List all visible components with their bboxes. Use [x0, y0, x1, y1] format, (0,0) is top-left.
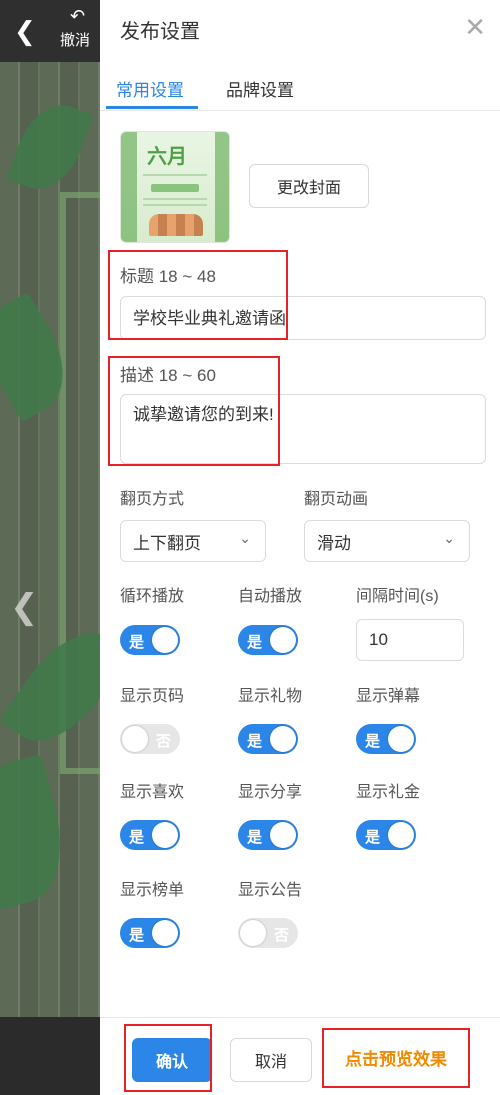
cover-illustration: [149, 214, 203, 236]
page-turn-mode-value: 上下翻页: [133, 533, 201, 553]
toggle-state: 是: [365, 733, 381, 750]
toggle-state: 是: [247, 829, 263, 846]
show-page-number-toggle[interactable]: 否: [120, 724, 180, 754]
cover-text-line: [143, 204, 207, 206]
show-share-label: 显示分享: [238, 784, 303, 801]
interval-input[interactable]: 10: [356, 619, 464, 661]
leaf-decoration: [6, 94, 94, 200]
title-highlight-box: [108, 250, 288, 340]
cover-text-line: [143, 174, 207, 176]
panel-header: 发布设置 ✕: [100, 0, 500, 58]
cover-text-line: [143, 198, 207, 200]
show-ranking-label: 显示榜单: [120, 882, 185, 899]
show-danmaku-label: 显示弹幕: [356, 688, 421, 705]
tab-brand-settings[interactable]: 品牌设置: [226, 76, 294, 101]
show-gifts-toggle[interactable]: 是: [238, 724, 298, 754]
page-turn-animation-label: 翻页动画: [304, 491, 369, 508]
page-turn-animation-select[interactable]: 滑动 ⌄: [304, 520, 470, 562]
cancel-button[interactable]: 取消: [230, 1038, 312, 1082]
cover-banner: [151, 184, 199, 192]
page-turn-mode-label: 翻页方式: [120, 491, 185, 508]
change-cover-button[interactable]: 更改封面: [249, 164, 369, 208]
undo-label: 撤消: [60, 32, 91, 49]
page-turn-mode-select[interactable]: 上下翻页 ⌄: [120, 520, 266, 562]
editor-bottom-bar: [0, 1017, 100, 1094]
toggle-state: 是: [247, 634, 263, 651]
show-gift-money-toggle[interactable]: 是: [356, 820, 416, 850]
cover-leaf-right: [215, 132, 229, 242]
loop-play-toggle[interactable]: 是: [120, 625, 180, 655]
cover-image: 六月: [120, 131, 230, 243]
interval-label: 间隔时间(s): [356, 588, 439, 605]
close-icon[interactable]: ✕: [464, 12, 486, 42]
show-gift-money-label: 显示礼金: [356, 784, 421, 801]
chevron-down-icon: ⌄: [239, 530, 251, 546]
show-notice-toggle[interactable]: 否: [238, 918, 298, 948]
undo-button[interactable]: ↶ 撤消: [60, 6, 100, 50]
active-tab-indicator: [106, 106, 198, 109]
toggle-state: 是: [247, 733, 263, 750]
show-share-toggle[interactable]: 是: [238, 820, 298, 850]
tab-common-settings[interactable]: 常用设置: [116, 76, 184, 101]
show-notice-label: 显示公告: [238, 882, 303, 899]
show-danmaku-toggle[interactable]: 是: [356, 724, 416, 754]
show-page-number-label: 显示页码: [120, 688, 185, 705]
leaf-decoration: [0, 754, 77, 910]
toggle-knob: [240, 920, 266, 946]
toggle-knob: [152, 627, 178, 653]
toggle-knob: [388, 726, 414, 752]
confirm-highlight-box: [124, 1024, 212, 1092]
toggle-state: 是: [365, 829, 381, 846]
toggle-state: 否: [273, 927, 289, 944]
editor-canvas-preview: ❮: [0, 62, 100, 1017]
toggle-knob: [388, 822, 414, 848]
editor-topbar: ❮ ↶ 撤消: [0, 0, 100, 62]
cover-logo: 六月: [147, 146, 187, 168]
show-gifts-label: 显示礼物: [238, 688, 303, 705]
preview-highlight-box: [322, 1028, 470, 1088]
toggle-state: 是: [129, 634, 145, 651]
show-likes-toggle[interactable]: 是: [120, 820, 180, 850]
toggle-state: 是: [129, 927, 145, 944]
toggle-knob: [270, 822, 296, 848]
page-turn-animation-value: 滑动: [317, 533, 351, 553]
undo-icon: ↶: [70, 6, 86, 26]
settings-tabs: 常用设置 品牌设置: [100, 62, 500, 111]
cover-leaf-left: [121, 132, 137, 242]
toggle-knob: [270, 726, 296, 752]
show-ranking-toggle[interactable]: 是: [120, 918, 180, 948]
toggle-state: 否: [155, 733, 171, 750]
description-highlight-box: [108, 356, 280, 466]
show-likes-label: 显示喜欢: [120, 784, 185, 801]
editor-background: ❮ ❮ ↶ 撤消: [0, 0, 100, 1094]
auto-play-label: 自动播放: [238, 588, 303, 605]
back-arrow-icon[interactable]: ❮: [14, 18, 36, 44]
toggle-knob: [152, 920, 178, 946]
loop-play-label: 循环播放: [120, 588, 185, 605]
auto-play-toggle[interactable]: 是: [238, 625, 298, 655]
panel-title: 发布设置: [120, 21, 200, 43]
chevron-down-icon: ⌄: [443, 530, 455, 546]
toggle-knob: [122, 726, 148, 752]
publish-settings-panel: 发布设置 ✕ 常用设置 品牌设置 六月 更改封面 标题 18 ~ 48 学校毕业…: [100, 0, 500, 1095]
toggle-state: 是: [129, 829, 145, 846]
toggle-knob: [270, 627, 296, 653]
prev-page-arrow-icon[interactable]: ❮: [10, 587, 39, 627]
toggle-knob: [152, 822, 178, 848]
